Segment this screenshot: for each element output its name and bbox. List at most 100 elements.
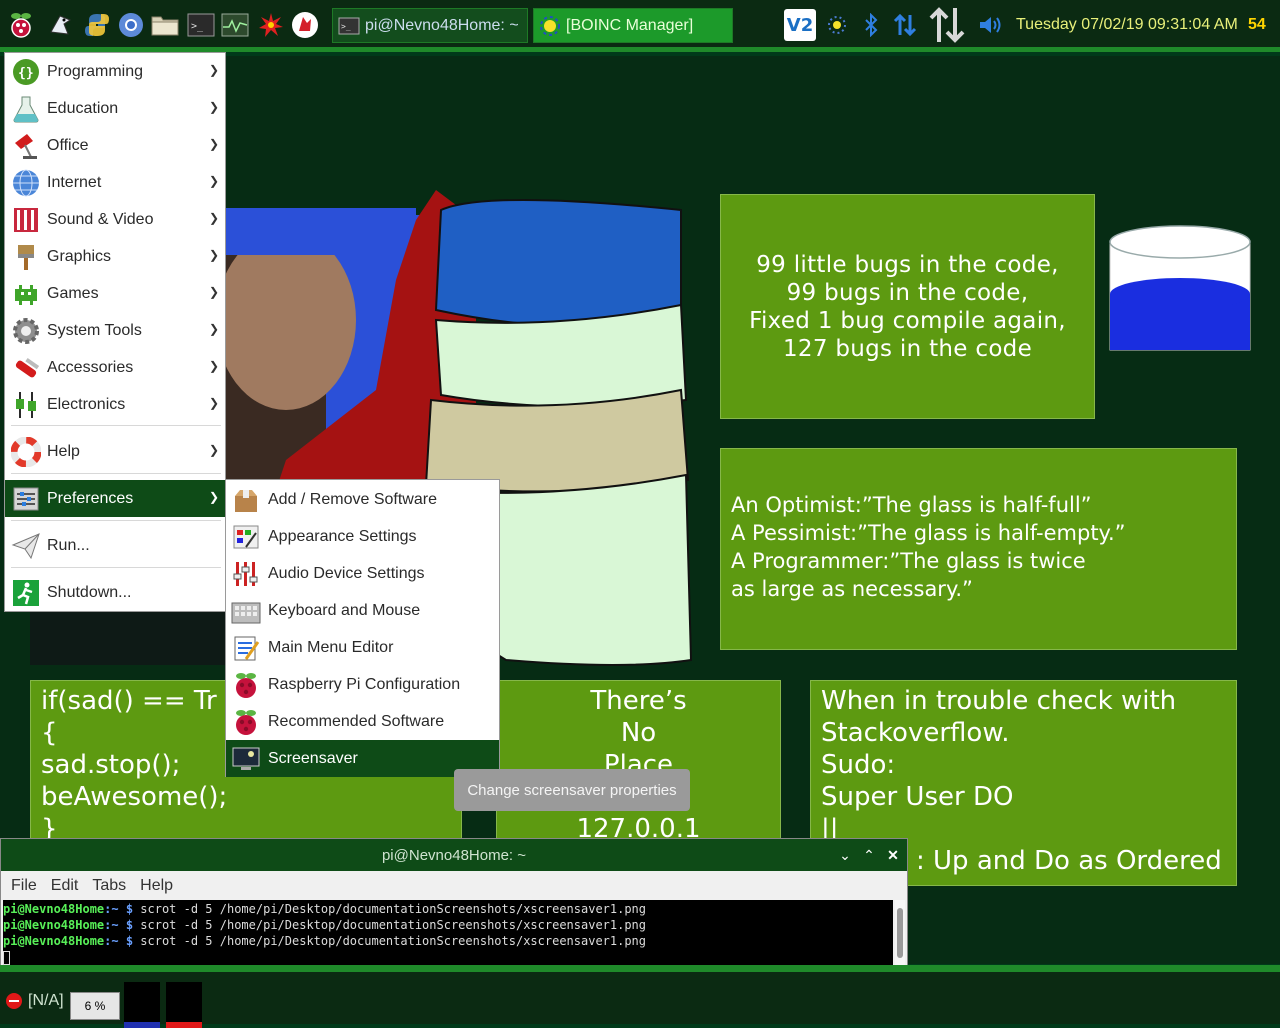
menu-item-office[interactable]: Office ❯ [5,127,225,164]
window-menu-chevron-icon[interactable]: ⌄ [835,845,855,865]
preferences-submenu: Add / Remove Software Appearance Setting… [225,479,500,777]
taskbar-boinc-button[interactable]: [BOINC Manager] [533,8,733,43]
menu-item-preferences[interactable]: Preferences ❯ [5,480,225,517]
menu-item-shutdown[interactable]: Shutdown... [5,574,225,611]
battery-label: [N/A] [28,992,64,1009]
games-invader-icon [10,278,42,310]
terminal-titlebar[interactable]: pi@Nevno48Home: ~ ⌄ ⌃ ✕ [1,839,907,871]
battery-indicator[interactable]: [N/A] [6,992,64,1010]
terminal-menubar: File Edit Tabs Help [1,872,907,899]
screensaver-tooltip: Change screensaver properties [454,769,690,811]
terminal-prompt: pi@Nevno48Home [3,902,105,916]
menu-item-programming[interactable]: {} Programming ❯ [5,53,225,90]
menu-help[interactable]: Help [140,877,173,895]
sudo-line: Super User DO [821,782,1014,812]
menu-item-electronics[interactable]: Electronics ❯ [5,386,225,423]
system-tools-gear-icon [10,315,42,347]
close-icon[interactable]: ✕ [883,845,903,865]
mathematica-icon[interactable] [290,10,320,40]
volume-icon[interactable] [976,10,1006,40]
home-line: There’s [590,686,687,716]
submenu-item-audio-device-settings[interactable]: Audio Device Settings [226,555,499,592]
menu-item-help[interactable]: Help ❯ [5,433,225,470]
run-paperplane-icon [10,530,42,562]
submenu-item-appearance-settings[interactable]: Appearance Settings [226,518,499,555]
panel-clock[interactable]: Tuesday 07/02/19 09:31:04 AM [1016,16,1238,34]
menu-label: Help [47,442,80,460]
minimize-chevron-icon[interactable]: ⌃ [859,845,879,865]
menu-item-internet[interactable]: Internet ❯ [5,164,225,201]
terminal-command: scrot -d 5 /home/pi/Desktop/documentatio… [133,902,647,916]
submenu-arrow-icon: ❯ [208,211,219,225]
scrollbar-thumb[interactable] [897,908,903,958]
menu-item-graphics[interactable]: Graphics ❯ [5,238,225,275]
submenu-item-recommended-software[interactable]: Recommended Software [226,703,499,740]
star-burst-icon[interactable] [256,10,286,40]
help-lifebuoy-icon [10,436,42,468]
terminal-line: pi@Nevno48Home:~ $ scrot -d 5 /home/pi/D… [3,917,893,933]
terminal-command: scrot -d 5 /home/pi/Desktop/documentatio… [133,918,647,932]
education-flask-icon [10,93,42,125]
menu-edit[interactable]: Edit [51,877,79,895]
terminal-title: pi@Nevno48Home: ~ [381,847,527,864]
add-remove-software-icon [231,485,261,515]
terminal-launcher-icon[interactable]: >_ [186,10,216,40]
menu-label: Shutdown... [47,583,132,601]
vnc-icon[interactable]: V2 [784,9,816,41]
raspberry-config-icon [231,670,261,700]
terminal-line: pi@Nevno48Home:~ $ scrot -d 5 /home/pi/D… [3,901,893,917]
submenu-item-raspberry-pi-configuration[interactable]: Raspberry Pi Configuration [226,666,499,703]
submenu-arrow-icon: ❯ [208,396,219,410]
chromium-icon[interactable] [116,10,146,40]
terminal-cursor [3,950,10,965]
menu-item-education[interactable]: Education ❯ [5,90,225,127]
volume-percent-box[interactable]: 6 % [70,992,120,1020]
menu-separator [11,425,221,426]
menu-editor-icon [231,633,261,663]
terminal-path: :~ $ [104,918,134,932]
sudo-line: Stackoverflow. [821,718,1010,748]
network-icon[interactable] [890,10,920,40]
python-icon[interactable] [82,10,112,40]
menu-item-run[interactable]: Run... [5,527,225,564]
taskbar-terminal-label: pi@Nevno48Home: ~ [365,16,519,34]
graphics-brush-icon [10,241,42,273]
bugs-line: 99 little bugs in the code, [756,252,1059,278]
submenu-arrow-icon: ❯ [208,100,219,114]
submenu-item-add-remove-software[interactable]: Add / Remove Software [226,481,499,518]
terminal-path: :~ $ [104,934,134,948]
updown-arrow-icon[interactable] [928,6,966,44]
bluetooth-icon[interactable] [856,10,886,40]
submenu-item-keyboard-mouse[interactable]: Keyboard and Mouse [226,592,499,629]
menu-item-system-tools[interactable]: System Tools ❯ [5,312,225,349]
accessories-knife-icon [10,352,42,384]
glass-joke-card: An Optimist:”The glass is half-full” A P… [720,448,1237,650]
menu-label: Run... [47,536,90,554]
submenu-item-main-menu-editor[interactable]: Main Menu Editor [226,629,499,666]
folder-icon[interactable] [150,10,180,40]
submenu-arrow-icon: ❯ [208,137,219,151]
boinc-tray-icon[interactable] [822,10,852,40]
taskbar-terminal-button[interactable]: >_ pi@Nevno48Home: ~ [332,8,528,43]
svg-text:{}: {} [18,66,34,81]
menu-tabs[interactable]: Tabs [92,877,126,895]
terminal-icon: >_ [337,15,361,37]
cpu-usage-indicator[interactable]: 54 [1248,16,1266,34]
menu-item-games[interactable]: Games ❯ [5,275,225,312]
submenu-label: Keyboard and Mouse [268,601,421,619]
submenu-arrow-icon: ❯ [208,285,219,299]
terminal-path: :~ $ [104,902,134,916]
menu-label: Internet [47,173,102,191]
bird-app-icon[interactable] [46,10,76,40]
raspberry-menu-icon[interactable] [6,10,36,40]
menu-label: Education [47,99,119,117]
menu-item-accessories[interactable]: Accessories ❯ [5,349,225,386]
menu-file[interactable]: File [11,877,37,895]
cpu-monitor-icon[interactable] [220,10,250,40]
submenu-arrow-icon: ❯ [208,248,219,262]
terminal-scrollbar[interactable] [895,900,905,966]
submenu-arrow-icon: ❯ [208,359,219,373]
terminal-output[interactable]: pi@Nevno48Home:~ $ scrot -d 5 /home/pi/D… [3,900,893,966]
terminal-window: pi@Nevno48Home: ~ ⌄ ⌃ ✕ File Edit Tabs H… [0,838,908,968]
menu-item-sound-video[interactable]: Sound & Video ❯ [5,201,225,238]
